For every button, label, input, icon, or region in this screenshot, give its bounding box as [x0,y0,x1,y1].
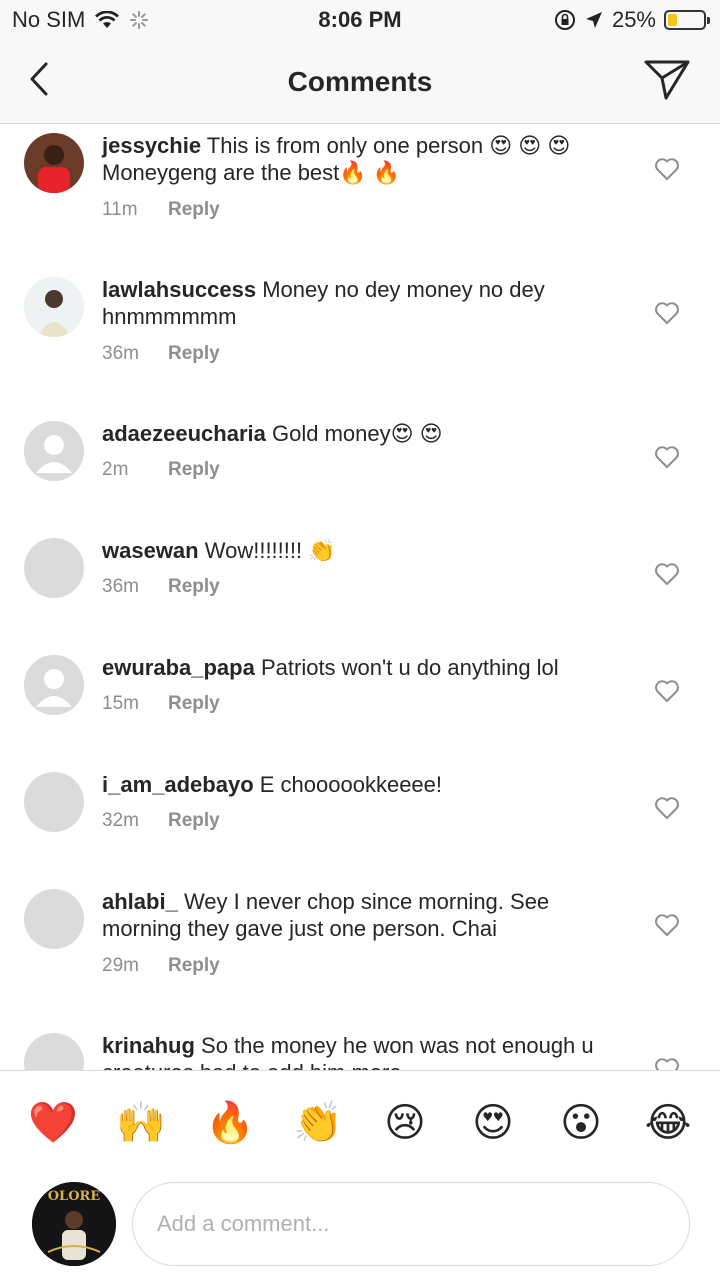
comment-meta: 36m Reply [102,343,220,365]
comment-username[interactable]: i_am_adebayo [102,772,254,797]
clapping-emoji-button[interactable]: 👏 [293,1099,343,1147]
comment-meta: 2m Reply [102,459,220,481]
heart-icon[interactable] [654,913,680,937]
comment-text: ewuraba_papa Patriots won't u do anythin… [102,654,622,681]
reply-button[interactable]: Reply [168,693,220,715]
avatar[interactable] [24,538,84,598]
comment-composer: OLORE [0,1174,720,1280]
heart-icon[interactable] [654,796,680,820]
comment-text: wasewan Wow!!!!!!!! 👏 [102,537,622,564]
avatar[interactable] [24,655,84,715]
comment-meta: 32m Reply [102,810,220,832]
paper-plane-icon [644,60,690,100]
location-arrow-icon [585,12,602,28]
surprised-emoji-button[interactable]: 😮 [557,1099,605,1147]
comment-time: 15m [102,693,139,714]
comment-username[interactable]: jessychie [102,133,201,158]
reply-button[interactable]: Reply [168,810,220,832]
comment-meta: 29m Reply [102,955,220,977]
comment-message: Patriots won't u do anything lol [260,655,559,680]
reply-button[interactable]: Reply [168,199,220,221]
comment-text: adaezeeucharia Gold money😍 😍 [102,420,622,447]
page-title: Comments [287,66,433,97]
comment-message: Wow!!!!!!!! 👏 [204,538,336,563]
comment-time: 29m [102,955,139,976]
comment-message: Gold money😍 😍 [272,421,443,446]
comment-text: ahlabi_ Wey I never chop since morning. … [102,888,622,942]
heart-icon[interactable] [654,562,680,586]
heart-icon[interactable] [654,679,680,703]
avatar-photo [24,277,84,337]
profile-picture: OLORE [32,1182,116,1266]
comments-list[interactable]: jessychie This is from only one person 😍… [0,125,720,1070]
comment-message: E choooookkeeee! [259,772,443,797]
avatar[interactable] [24,421,84,481]
reply-button[interactable]: Reply [168,955,220,977]
comment-time: 32m [102,810,139,831]
battery-icon [664,10,710,30]
comment-username[interactable]: ewuraba_papa [102,655,255,680]
my-avatar[interactable]: OLORE [32,1182,116,1266]
emoji-reaction-bar: ❤️ 🙌 🔥 👏 😢 😍 😮 😂 [0,1070,720,1174]
comment-username[interactable]: krinahug [102,1033,195,1058]
raised-hands-emoji-button[interactable]: 🙌 [116,1099,166,1147]
heart-eyes-emoji-button[interactable]: 😍 [469,1099,517,1147]
comment-text: jessychie This is from only one person 😍… [102,132,622,186]
avatar[interactable] [24,1033,84,1070]
default-avatar-icon [24,421,84,481]
avatar[interactable] [24,889,84,949]
comment-time: 36m [102,576,139,597]
comment-meta: 11m Reply [102,199,220,221]
comment-time: 36m [102,343,139,364]
comment-username[interactable]: lawlahsuccess [102,277,256,302]
laughing-emoji-button[interactable]: 😂 [644,1099,692,1147]
comment-meta: 15m Reply [102,693,220,715]
avatar[interactable] [24,133,84,193]
status-right: 25% [554,7,710,33]
battery-fill [668,14,677,26]
share-button[interactable] [642,56,692,104]
reply-button[interactable]: Reply [168,576,220,598]
avatar-photo [24,133,84,193]
heart-icon[interactable] [654,157,680,181]
comment-username[interactable]: adaezeeucharia [102,421,266,446]
avatar[interactable] [24,772,84,832]
reply-button[interactable]: Reply [168,343,220,365]
comment-text: i_am_adebayo E choooookkeeee! [102,771,622,798]
crying-emoji-button[interactable]: 😢 [381,1099,429,1147]
comment-meta: 36m Reply [102,576,220,598]
heart-icon[interactable] [654,301,680,325]
default-avatar-icon [24,655,84,715]
nav-bar: Comments [0,40,720,124]
heart-emoji-button[interactable]: ❤️ [28,1099,78,1147]
comment-time: 2m [102,459,129,480]
comment-input[interactable] [132,1182,690,1266]
reply-button[interactable]: Reply [168,459,220,481]
battery-percent: 25% [611,7,656,32]
comment-time: 11m [102,199,138,220]
comment-text: lawlahsuccess Money no dey money no dey … [102,276,622,330]
orientation-lock-icon [554,10,575,30]
comment-username[interactable]: wasewan [102,538,199,563]
comment-text: krinahug So the money he won was not eno… [102,1032,622,1070]
avatar[interactable] [24,277,84,337]
status-bar: No SIM 8:06 PM 25% [0,0,720,40]
heart-icon[interactable] [654,445,680,469]
comment-username[interactable]: ahlabi_ [102,889,178,914]
heart-icon[interactable] [654,1057,680,1070]
fire-emoji-button[interactable]: 🔥 [205,1099,255,1147]
avatar-logo-text: OLORE [48,1189,101,1204]
